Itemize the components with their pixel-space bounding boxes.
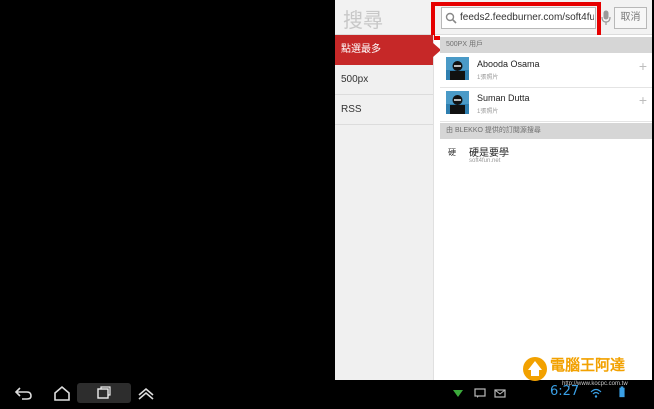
- list-item-user[interactable]: Abooda Osama 1張照片 +: [440, 53, 652, 88]
- mail-icon: [494, 389, 506, 398]
- feed-favicon-icon: 硬: [448, 148, 456, 157]
- sidebar-item-label: 500px: [341, 74, 369, 85]
- sidebar: 點選最多 500px RSS: [335, 35, 441, 380]
- screen: 搜尋 feeds2.feedburner.com/soft4funtw 取消 點…: [2, 0, 652, 407]
- watermark-text: 電腦王阿達: [550, 356, 626, 374]
- message-icon: [474, 388, 486, 398]
- watermark: 電腦王阿達 http://www.kocpc.com.tw: [514, 352, 650, 404]
- recent-apps-icon: [97, 386, 111, 399]
- user-name: Suman Dutta: [477, 93, 530, 103]
- cancel-button[interactable]: 取消: [614, 7, 647, 29]
- list-item-feed[interactable]: 硬 硬是要學 soft4fun.net: [440, 139, 652, 173]
- avatar: [446, 91, 469, 114]
- panel-header: 搜尋 feeds2.feedburner.com/soft4funtw 取消: [335, 0, 652, 40]
- avatar: [446, 57, 469, 80]
- up-icon[interactable]: [134, 383, 158, 403]
- user-photo-count: 1張照片: [477, 109, 499, 115]
- search-value: feeds2.feedburner.com/soft4funtw: [460, 12, 594, 23]
- section-header-feeds: 由 BLEKKO 提供的訂閱源搜尋: [440, 123, 652, 139]
- section-header-users: 500PX 用戶: [440, 37, 652, 53]
- page-title: 搜尋: [343, 8, 383, 32]
- watermark-logo-icon: [523, 357, 547, 381]
- search-icon: [445, 12, 457, 24]
- results-list: 500PX 用戶 Abooda Osama 1張照片 + Suman Dutta…: [440, 35, 652, 380]
- back-icon[interactable]: [12, 383, 36, 403]
- watermark-url: http://www.kocpc.com.tw: [562, 381, 628, 387]
- search-panel: 搜尋 feeds2.feedburner.com/soft4funtw 取消 點…: [335, 0, 652, 380]
- signal-icon: [453, 390, 463, 397]
- feed-name: 硬是要學: [469, 148, 509, 159]
- sidebar-item-500px[interactable]: 500px: [335, 65, 433, 95]
- user-name: Abooda Osama: [477, 59, 540, 69]
- feed-url: soft4fun.net: [469, 158, 501, 164]
- mic-icon[interactable]: [601, 10, 611, 26]
- user-photo-count: 1張照片: [477, 75, 499, 81]
- list-item-user[interactable]: Suman Dutta 1張照片 +: [440, 87, 652, 122]
- sidebar-item-label: RSS: [341, 104, 362, 115]
- sidebar-item-rss[interactable]: RSS: [335, 95, 433, 125]
- home-icon[interactable]: [50, 383, 74, 403]
- follow-plus-icon[interactable]: +: [637, 59, 649, 73]
- sidebar-item-label: 點選最多: [341, 44, 381, 55]
- search-input[interactable]: feeds2.feedburner.com/soft4funtw: [441, 7, 596, 29]
- recent-apps-button[interactable]: [77, 383, 131, 403]
- follow-plus-icon[interactable]: +: [637, 93, 649, 107]
- sidebar-item-most-clicked[interactable]: 點選最多: [335, 35, 441, 65]
